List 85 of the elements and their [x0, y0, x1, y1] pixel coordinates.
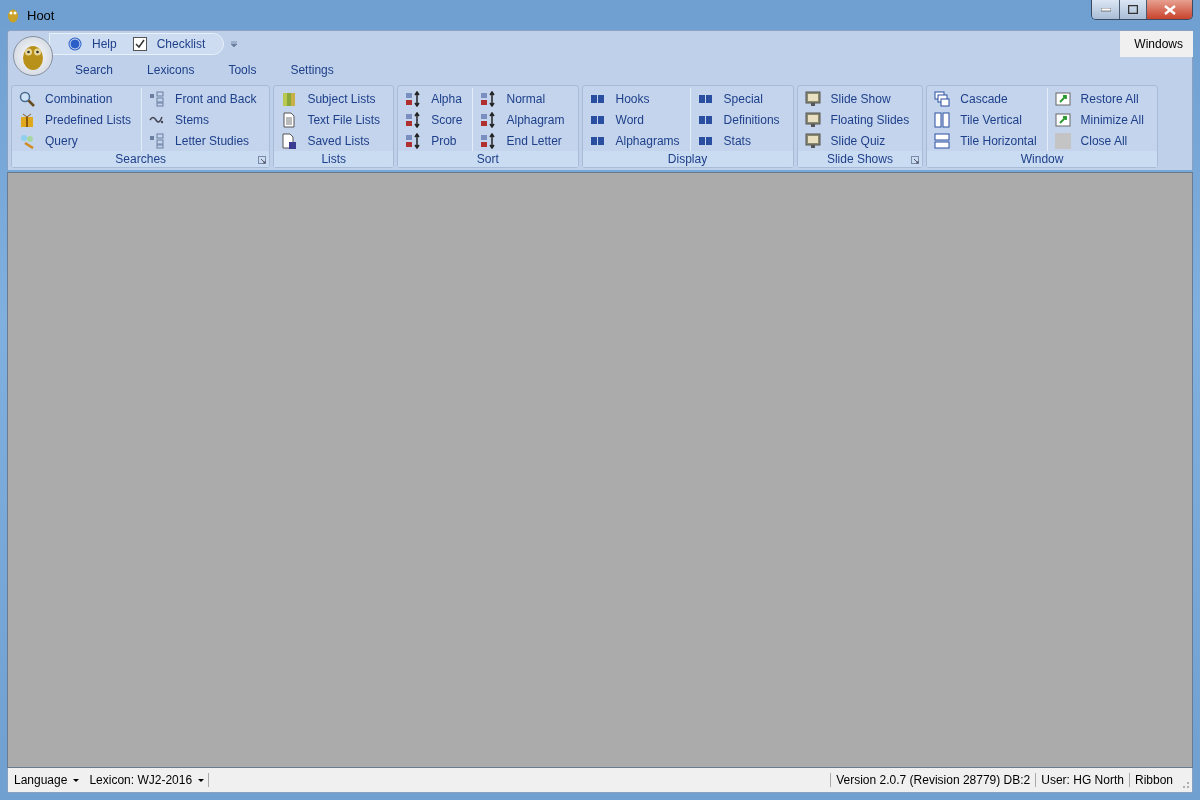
ribbon-button[interactable]: End Letter [476, 130, 569, 151]
status-dropdown[interactable]: Lexicon: WJ2-2016 [83, 773, 209, 787]
minimize-icon [1100, 7, 1111, 12]
grid-icon [149, 90, 166, 107]
checkbox-icon [132, 37, 147, 51]
ribbon-button[interactable]: Stats [693, 130, 784, 151]
gift-icon [19, 111, 35, 128]
dialog-launcher-icon[interactable] [258, 156, 267, 164]
ribbon-button[interactable]: Alphagram [476, 109, 569, 130]
status-text: User: HG North [1035, 773, 1129, 787]
ribbon-button[interactable]: Saved Lists [277, 130, 385, 151]
ribbon-button[interactable]: Front and Back [145, 88, 261, 109]
ribbon-button[interactable]: Stems [145, 109, 261, 130]
ribbon-button[interactable]: Floating Slides [800, 109, 914, 130]
ribbon-tab[interactable]: Search [61, 61, 128, 79]
caret-icon [73, 778, 80, 782]
maximize-icon [1128, 5, 1138, 14]
ribbon-button[interactable]: Alphagrams [585, 130, 684, 151]
ribbon-button[interactable]: Special [693, 88, 784, 109]
grid-icon [149, 132, 166, 149]
ribbon-button[interactable]: Alpha [401, 88, 467, 109]
owl-icon [7, 7, 19, 23]
group-title: Sort [476, 152, 499, 166]
save-document-icon [281, 132, 298, 149]
ribbon-button[interactable]: Minimize All [1050, 109, 1148, 130]
ribbon-button[interactable]: Subject Lists [277, 88, 385, 109]
ribbon-button[interactable]: Tile Vertical [930, 109, 1041, 130]
status-text: Version 2.0.7 (Revision 28779) DB:2 [830, 773, 1036, 787]
search-icon [19, 90, 35, 107]
sort-arrow-icon [480, 132, 497, 149]
ribbon-button[interactable]: Letter Studies [145, 130, 261, 151]
monitor-icon [804, 111, 821, 128]
sort-arrow-icon [405, 90, 422, 107]
people-icon [19, 132, 35, 149]
dialog-launcher-icon[interactable] [911, 156, 920, 164]
ribbon-tab[interactable]: Settings [276, 61, 348, 79]
group-title: Searches [115, 152, 167, 166]
help-icon [68, 37, 82, 51]
ribbon-button[interactable]: Normal [476, 88, 569, 109]
dropdown-icon[interactable] [230, 41, 239, 47]
ribbon-button[interactable]: Combination [15, 88, 136, 109]
ribbon-button[interactable]: Slide Show [800, 88, 914, 109]
quick-access-button[interactable]: Help [64, 35, 121, 53]
monitor-icon [804, 90, 821, 107]
tile-vertical-icon [934, 111, 951, 128]
resize-grip-icon[interactable] [1180, 779, 1190, 789]
ribbon-button[interactable]: Restore All [1050, 88, 1148, 109]
ribbon-button[interactable]: Cascade [930, 88, 1041, 109]
ribbon-button[interactable]: Word [585, 109, 684, 130]
monitor-icon [804, 132, 821, 149]
tilde-icon [149, 115, 166, 124]
sort-arrow-icon [480, 90, 497, 107]
group-title: Display [667, 152, 708, 166]
close-icon [1163, 4, 1176, 15]
document-icon [281, 111, 298, 128]
group-title: Lists [321, 152, 347, 166]
tile-horizontal-icon [934, 132, 951, 149]
ribbon-button[interactable]: Tile Horizontal [930, 130, 1041, 151]
sort-arrow-icon [405, 132, 422, 149]
group-title: Window [1020, 152, 1064, 166]
ribbon-button[interactable]: Hooks [585, 88, 684, 109]
sort-arrow-icon [405, 111, 422, 128]
ribbon-button[interactable]: Predefined Lists [15, 109, 136, 130]
ribbon-button[interactable]: Prob [401, 130, 467, 151]
close-button[interactable] [1146, 0, 1192, 19]
ribbon-tab[interactable]: Lexicons [133, 61, 209, 79]
status-dropdown[interactable]: Language [8, 773, 84, 787]
group-title: Slide Shows [826, 152, 893, 166]
caret-icon [198, 778, 205, 782]
square-icon [1054, 132, 1071, 149]
maximize-button[interactable] [1119, 0, 1146, 19]
ribbon-button[interactable]: Definitions [693, 109, 784, 130]
books-icon [281, 90, 298, 107]
ribbon-tab[interactable]: Tools [214, 61, 271, 79]
ribbon-button[interactable]: Query [15, 130, 136, 151]
cascade-icon [934, 90, 951, 107]
ribbon-button[interactable]: Text File Lists [277, 109, 385, 130]
ribbon-button[interactable]: Close All [1050, 130, 1148, 151]
status-text: Ribbon [1128, 773, 1178, 787]
ribbon-button[interactable]: Slide Quiz [800, 130, 914, 151]
windows-tab[interactable]: Windows [1120, 31, 1193, 57]
quick-access-button[interactable]: Checklist [128, 35, 210, 53]
ribbon-button[interactable]: Score [401, 109, 467, 130]
sort-arrow-icon [480, 111, 497, 128]
window-title: Hoot [27, 7, 55, 23]
